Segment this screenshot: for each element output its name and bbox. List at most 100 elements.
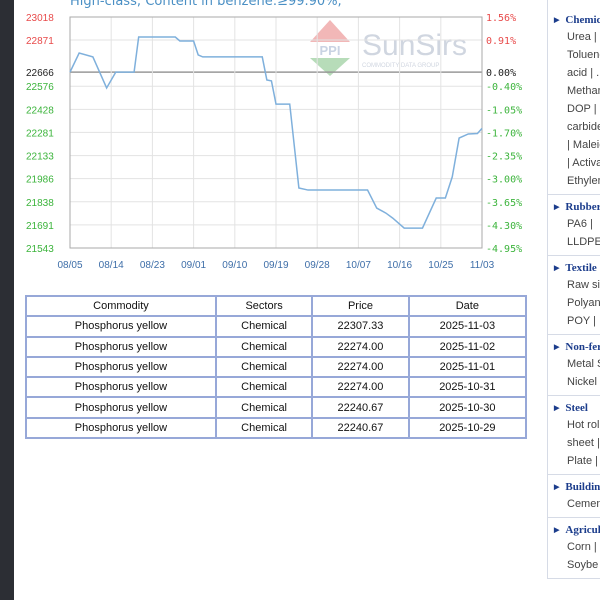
triangle-bullet-icon: ▶	[554, 343, 560, 351]
sidebar-commodity-link[interactable]: PA6 |	[554, 215, 600, 233]
sidebar-category-link[interactable]: ▶ Non-fer	[554, 339, 600, 355]
table-row: Phosphorus yellow Chemical 22274.00 2025-11…	[25, 355, 528, 379]
sidebar-commodity-link[interactable]: Soybe	[554, 556, 600, 574]
col-commodity: Commodity	[25, 294, 217, 318]
x-tick-label: 11/03	[470, 260, 495, 271]
sidebar-section: ▶ Steel Hot rol sheet | Plate |	[548, 396, 600, 475]
sidebar-commodity-link[interactable]: | Maleic	[554, 136, 600, 154]
y-tick-label: 22576	[26, 82, 54, 93]
x-tick-label: 10/16	[387, 260, 412, 271]
cell-price: 22240.67	[311, 416, 410, 440]
sidebar-category-link[interactable]: ▶ Steel	[554, 400, 600, 416]
pct-tick-label: -3.00%	[486, 175, 522, 186]
col-price: Price	[311, 294, 410, 318]
sidebar-commodity-link[interactable]: DOP |	[554, 100, 600, 118]
y-tick-label: 21691	[26, 221, 54, 232]
table-row: Phosphorus yellow Chemical 22240.67 2025-10…	[25, 416, 528, 440]
cell-price: 22307.33	[311, 315, 410, 338]
triangle-bullet-icon: ▶	[554, 404, 560, 412]
sidebar-category-link[interactable]: ▶ Chemical	[554, 12, 600, 28]
x-tick-label: 08/14	[99, 260, 124, 271]
category-label: Chemical	[565, 14, 600, 26]
table-header-row: Commodity Sectors Price Date	[25, 294, 528, 318]
sidebar-commodity-link[interactable]: Metal S	[554, 355, 600, 373]
pct-tick-label: -0.40%	[486, 82, 522, 93]
price-chart: PPI SunSirsCOMMODITY DATA GROUP 23018 1.56%…	[26, 13, 522, 271]
sidebar-commodity-link[interactable]: POY |	[554, 312, 600, 330]
table-row: Phosphorus yellow Chemical 22240.67 2025-10…	[25, 396, 528, 419]
cell-commodity: Phosphorus yellow	[25, 416, 217, 440]
triangle-bullet-icon: ▶	[554, 203, 560, 211]
triangle-bullet-icon: ▶	[554, 16, 560, 24]
category-label: Non-fer	[565, 341, 600, 353]
pct-tick-label: 1.56%	[486, 13, 516, 24]
col-date: Date	[407, 294, 528, 318]
sidebar-commodity-link[interactable]: Hot rol	[554, 416, 600, 434]
sidebar-commodity-link[interactable]: carbide	[554, 118, 600, 136]
sidebar-commodity-link[interactable]: acid | .	[554, 64, 600, 82]
sidebar-section: ▶ Building Cemen	[548, 475, 600, 518]
sidebar-commodity-link[interactable]: Nickel	[554, 373, 600, 391]
cell-sector: Chemical	[214, 416, 314, 440]
sidebar-section: ▶ Non-fer Metal SNickel	[548, 335, 600, 396]
watermark-logo-top	[310, 20, 350, 42]
y-tick-label: 22281	[26, 128, 54, 139]
sidebar-commodity-link[interactable]: Toluene	[554, 46, 600, 64]
x-tick-label: 08/05	[57, 260, 82, 271]
cell-date: 2025-10-30	[407, 396, 528, 419]
sidebar-category-link[interactable]: ▶ Agricul	[554, 522, 600, 538]
sidebar-section: ▶ Chemical Urea |Tolueneacid | .MethanDOP …	[548, 8, 600, 195]
pct-tick-label: 0.00%	[486, 68, 516, 79]
table-row: Phosphorus yellow Chemical 22274.00 2025-11…	[25, 335, 528, 358]
sidebar-section: ▶ Agricul Corn | Soybe	[548, 518, 600, 579]
sidebar-commodity-link[interactable]: Urea |	[554, 28, 600, 46]
cell-date: 2025-11-02	[407, 335, 528, 358]
sidebar-commodity-link[interactable]: Polyan	[554, 294, 600, 312]
sidebar-commodity-link[interactable]: LLDPE	[554, 233, 600, 251]
pct-tick-label: -4.95%	[486, 244, 522, 255]
cell-commodity: Phosphorus yellow	[25, 315, 217, 338]
cell-sector: Chemical	[214, 396, 314, 419]
sidebar-commodity-link[interactable]: Ethylene	[554, 172, 600, 190]
cell-commodity: Phosphorus yellow	[25, 355, 217, 379]
pct-tick-label: -1.70%	[486, 128, 522, 139]
watermark-logo-text: PPI	[320, 43, 341, 58]
sidebar-commodity-link[interactable]: Plate |	[554, 452, 600, 470]
cell-sector: Chemical	[214, 315, 314, 338]
x-tick-label: 09/10	[222, 260, 247, 271]
y-tick-label: 22428	[26, 105, 54, 116]
sidebar-commodity-link[interactable]: | Activa	[554, 154, 600, 172]
cell-sector: Chemical	[214, 376, 314, 399]
pct-tick-label: -2.35%	[486, 152, 522, 163]
sidebar-category-link[interactable]: ▶ Textile	[554, 260, 600, 276]
pct-tick-label: -1.05%	[486, 105, 522, 116]
cell-date: 2025-10-31	[407, 376, 528, 399]
sidebar-commodity-link[interactable]: Methan	[554, 82, 600, 100]
sidebar-section: ▶ Textile Raw si Polyan POY |	[548, 256, 600, 335]
table-row: Phosphorus yellow Chemical 22307.33 2025-11…	[25, 315, 528, 338]
category-label: Rubber	[565, 201, 600, 213]
cell-sector: Chemical	[214, 335, 314, 358]
cell-commodity: Phosphorus yellow	[25, 335, 217, 358]
triangle-bullet-icon: ▶	[554, 483, 560, 491]
sidebar-category-link[interactable]: ▶ Building	[554, 479, 600, 495]
x-tick-label: 10/07	[346, 260, 371, 271]
sidebar-category-link[interactable]: ▶ Rubber	[554, 199, 600, 215]
y-tick-label: 21543	[26, 244, 54, 255]
y-tick-label: 22666	[26, 68, 54, 79]
cell-price: 22274.00	[311, 376, 410, 399]
category-label: Agricul	[565, 524, 600, 536]
sidebar-section: ▶ Rubber PA6 | LLDPE	[548, 195, 600, 256]
cell-date: 2025-11-03	[407, 315, 528, 338]
table-row: Phosphorus yellow Chemical 22274.00 2025-10…	[25, 376, 528, 399]
watermark-sub: COMMODITY DATA GROUP	[362, 63, 439, 69]
sidebar-commodity-link[interactable]: Raw si	[554, 276, 600, 294]
cell-commodity: Phosphorus yellow	[25, 396, 217, 419]
sidebar-commodity-link[interactable]: Cemen	[554, 495, 600, 513]
pct-tick-label: -4.30%	[486, 221, 522, 232]
sidebar-commodity-link[interactable]: sheet |	[554, 434, 600, 452]
sidebar-commodity-link[interactable]: Corn |	[554, 538, 600, 556]
category-label: Steel	[565, 402, 588, 414]
y-tick-label: 21986	[26, 175, 54, 186]
y-tick-label: 22871	[26, 36, 54, 47]
